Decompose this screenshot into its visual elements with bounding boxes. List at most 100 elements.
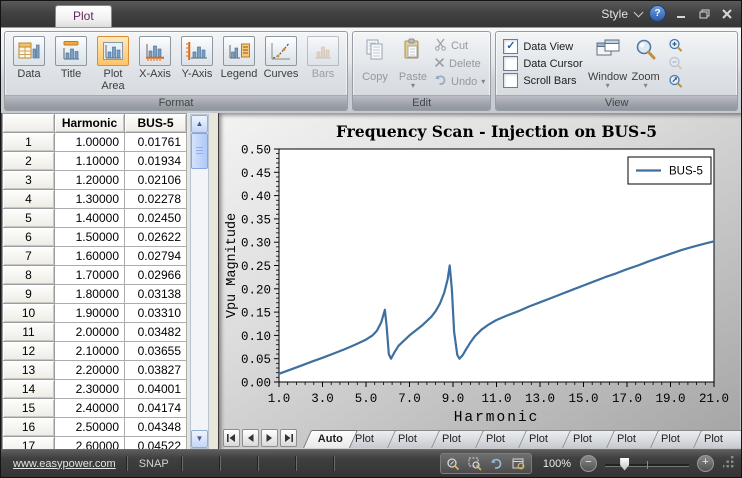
row-number-cell[interactable]: 2 bbox=[3, 152, 55, 171]
legend-button[interactable]: Legend bbox=[218, 34, 260, 95]
scroll-down-icon[interactable]: ▼ bbox=[191, 430, 208, 448]
easypower-link[interactable]: www.easypower.com bbox=[13, 458, 116, 470]
harmonic-cell[interactable]: 2.40000 bbox=[55, 399, 125, 418]
row-number-cell[interactable]: 10 bbox=[3, 304, 55, 323]
checkbox-scroll-bars[interactable]: Scroll Bars bbox=[503, 73, 582, 88]
style-menu[interactable]: Style bbox=[601, 7, 628, 21]
close-button[interactable] bbox=[719, 7, 735, 21]
bus5-cell[interactable]: 0.03482 bbox=[125, 323, 187, 342]
row-number-cell[interactable]: 13 bbox=[3, 361, 55, 380]
style-chevron-down-icon[interactable] bbox=[634, 7, 644, 17]
title-button[interactable]: Title bbox=[50, 34, 92, 95]
harmonic-cell[interactable]: 1.30000 bbox=[55, 190, 125, 209]
bus5-cell[interactable]: 0.02794 bbox=[125, 247, 187, 266]
checkbox-data-cursor[interactable]: Data Cursor bbox=[503, 56, 582, 71]
row-number-cell[interactable]: 1 bbox=[3, 133, 55, 152]
row-number-cell[interactable]: 14 bbox=[3, 380, 55, 399]
bus5-cell[interactable]: 0.02450 bbox=[125, 209, 187, 228]
plot-area-button[interactable]: Plot Area bbox=[92, 34, 134, 95]
row-number-cell[interactable]: 11 bbox=[3, 323, 55, 342]
zoom-out-button[interactable]: − bbox=[580, 455, 597, 472]
y-axis-button[interactable]: Y-Axis bbox=[176, 34, 218, 95]
chart-legend[interactable]: BUS-5 bbox=[628, 157, 711, 184]
restore-button[interactable] bbox=[696, 7, 712, 21]
row-number-cell[interactable]: 5 bbox=[3, 209, 55, 228]
zoom-button[interactable]: Zoom ▾ bbox=[627, 34, 665, 95]
row-number-cell[interactable]: 8 bbox=[3, 266, 55, 285]
scrollbar-thumb[interactable] bbox=[191, 133, 208, 169]
chart-panel[interactable]: Frequency Scan - Injection on BUS-50.000… bbox=[219, 113, 741, 449]
ribbon-tab-plot[interactable]: Plot bbox=[55, 5, 112, 27]
tab-plot-9[interactable]: Plot 9 bbox=[693, 430, 741, 448]
snap-mode-label[interactable]: SNAP bbox=[139, 458, 169, 470]
row-number-cell[interactable]: 3 bbox=[3, 171, 55, 190]
minimize-button[interactable] bbox=[673, 7, 689, 21]
harmonic-cell[interactable]: 1.80000 bbox=[55, 285, 125, 304]
bus5-cell[interactable]: 0.03310 bbox=[125, 304, 187, 323]
harmonic-cell[interactable]: 2.30000 bbox=[55, 380, 125, 399]
zoom-extents-button[interactable] bbox=[443, 455, 463, 472]
harmonic-cell[interactable]: 1.50000 bbox=[55, 228, 125, 247]
previous-plot-button[interactable] bbox=[242, 429, 259, 447]
harmonic-cell[interactable]: 1.00000 bbox=[55, 133, 125, 152]
row-number-cell[interactable]: 15 bbox=[3, 399, 55, 418]
table-scrollbar[interactable]: ▲ ▼ bbox=[190, 114, 209, 449]
bus5-cell[interactable]: 0.04522 bbox=[125, 437, 187, 450]
zoom-view-button[interactable] bbox=[509, 455, 529, 472]
row-number-cell[interactable]: 9 bbox=[3, 285, 55, 304]
column-header-harmonic[interactable]: Harmonic bbox=[55, 114, 125, 133]
window-button[interactable]: Window ▾ bbox=[589, 34, 627, 95]
zoom-in-button[interactable]: + bbox=[697, 455, 714, 472]
row-number-cell[interactable]: 6 bbox=[3, 228, 55, 247]
unchecked-checkbox-icon[interactable] bbox=[503, 56, 518, 71]
harmonic-cell[interactable]: 2.20000 bbox=[55, 361, 125, 380]
zoom-slider[interactable] bbox=[605, 457, 689, 471]
zoom-previous-button[interactable] bbox=[487, 455, 507, 472]
harmonic-cell[interactable]: 1.10000 bbox=[55, 152, 125, 171]
harmonic-cell[interactable]: 2.00000 bbox=[55, 323, 125, 342]
bus5-cell[interactable]: 0.01761 bbox=[125, 133, 187, 152]
zoom-slider-thumb[interactable] bbox=[620, 458, 629, 471]
column-header-bus-5[interactable]: BUS-5 bbox=[125, 114, 187, 133]
bus5-cell[interactable]: 0.02966 bbox=[125, 266, 187, 285]
corner-header-cell[interactable] bbox=[3, 114, 55, 133]
bus5-cell[interactable]: 0.03138 bbox=[125, 285, 187, 304]
zoom-in-icon[interactable] bbox=[667, 37, 685, 54]
help-icon[interactable]: ? bbox=[649, 5, 666, 22]
checked-checkbox-icon[interactable]: ✓ bbox=[503, 39, 518, 54]
x-axis-button[interactable]: X-Axis bbox=[134, 34, 176, 95]
checkbox-data-view[interactable]: ✓Data View bbox=[503, 39, 582, 54]
row-number-cell[interactable]: 7 bbox=[3, 247, 55, 266]
tab-auto[interactable]: Auto bbox=[302, 430, 357, 448]
bus5-cell[interactable]: 0.04174 bbox=[125, 399, 187, 418]
row-number-cell[interactable]: 16 bbox=[3, 418, 55, 437]
curves-button[interactable]: Curves bbox=[260, 34, 302, 95]
frequency-scan-chart[interactable]: Frequency Scan - Injection on BUS-50.000… bbox=[219, 113, 741, 427]
row-number-cell[interactable]: 17 bbox=[3, 437, 55, 450]
resize-grip[interactable] bbox=[723, 456, 735, 471]
row-number-cell[interactable]: 4 bbox=[3, 190, 55, 209]
harmonic-cell[interactable]: 1.40000 bbox=[55, 209, 125, 228]
last-plot-button[interactable] bbox=[280, 429, 297, 447]
harmonic-cell[interactable]: 1.20000 bbox=[55, 171, 125, 190]
harmonic-cell[interactable]: 1.70000 bbox=[55, 266, 125, 285]
bus5-cell[interactable]: 0.02278 bbox=[125, 190, 187, 209]
bus5-cell[interactable]: 0.04348 bbox=[125, 418, 187, 437]
bus5-cell[interactable]: 0.03655 bbox=[125, 342, 187, 361]
bus5-cell[interactable]: 0.02622 bbox=[125, 228, 187, 247]
first-plot-button[interactable] bbox=[223, 429, 240, 447]
harmonic-cell[interactable]: 2.60000 bbox=[55, 437, 125, 450]
zoom-extents-icon[interactable] bbox=[667, 73, 685, 90]
unchecked-checkbox-icon[interactable] bbox=[503, 73, 518, 88]
row-number-cell[interactable]: 12 bbox=[3, 342, 55, 361]
harmonic-cell[interactable]: 2.50000 bbox=[55, 418, 125, 437]
harmonic-cell[interactable]: 1.60000 bbox=[55, 247, 125, 266]
scroll-up-icon[interactable]: ▲ bbox=[191, 115, 208, 133]
harmonic-cell[interactable]: 1.90000 bbox=[55, 304, 125, 323]
harmonic-cell[interactable]: 2.10000 bbox=[55, 342, 125, 361]
bus5-cell[interactable]: 0.04001 bbox=[125, 380, 187, 399]
bus5-cell[interactable]: 0.01934 bbox=[125, 152, 187, 171]
zoom-window-button[interactable] bbox=[465, 455, 485, 472]
next-plot-button[interactable] bbox=[261, 429, 278, 447]
bus5-cell[interactable]: 0.03827 bbox=[125, 361, 187, 380]
